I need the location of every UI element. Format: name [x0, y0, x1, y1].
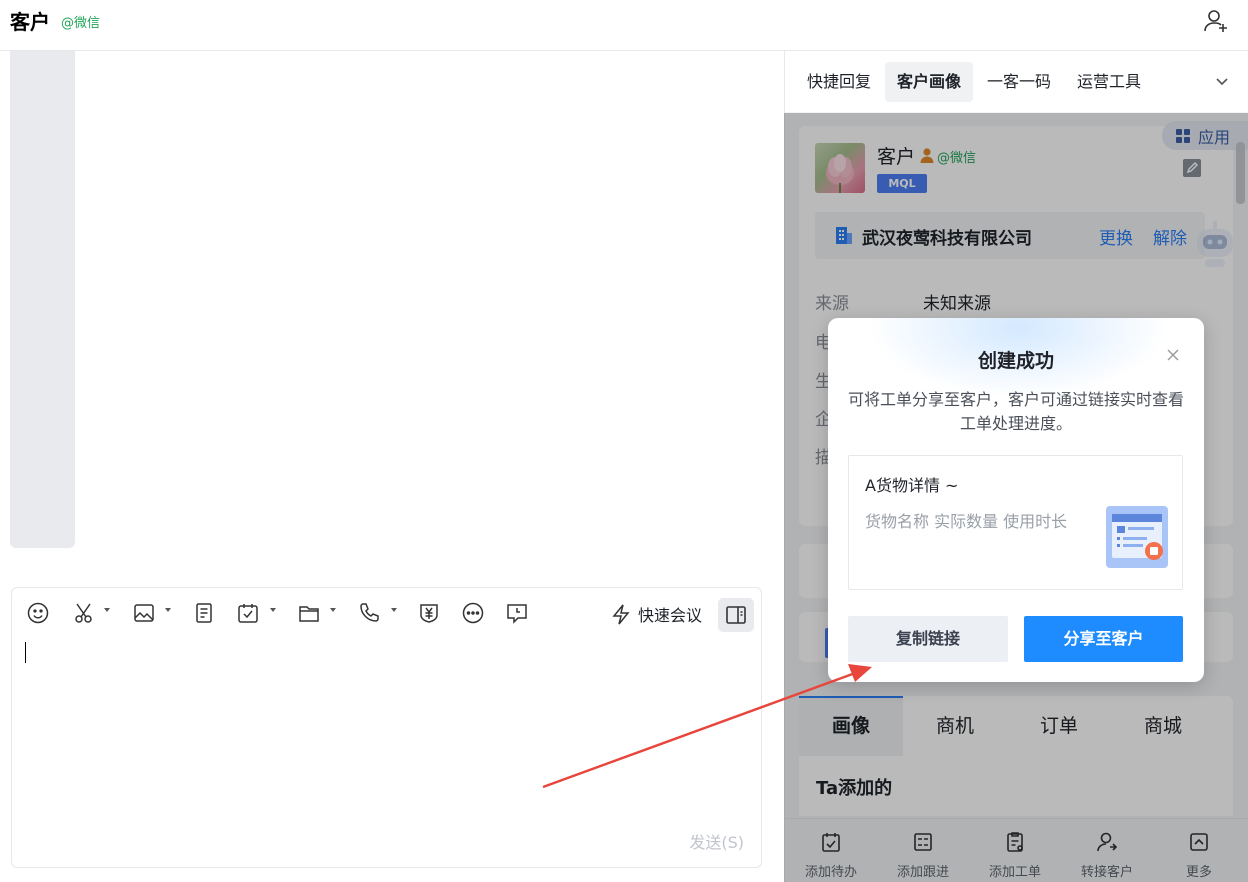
ticket-title: A货物详情 ~	[865, 476, 959, 495]
chevron-down-icon[interactable]	[1214, 73, 1230, 89]
ticket-share-card: A货物详情 ~ 货物名称 实际数量 使用时长	[848, 455, 1183, 590]
close-icon[interactable]	[1165, 347, 1181, 363]
side-panel-toggle-button[interactable]	[718, 598, 754, 632]
tab-quick-reply[interactable]: 快捷回复	[795, 62, 883, 102]
folder-icon[interactable]	[298, 602, 320, 624]
share-to-customer-button[interactable]: 分享至客户	[1024, 616, 1183, 662]
chat-area: 快速会议 发送(S)	[0, 51, 784, 882]
dialog-title: 创建成功	[977, 350, 1054, 372]
schedule-message-icon[interactable]	[506, 602, 528, 624]
tab-customer-code[interactable]: 一客一码	[975, 62, 1063, 102]
chevron-down-icon[interactable]	[270, 608, 276, 612]
lightning-icon	[612, 604, 630, 625]
quick-meeting-button[interactable]: 快速会议	[610, 602, 702, 626]
document-icon[interactable]	[193, 602, 215, 624]
dialog-description: 可将工单分享至客户，客户可通过链接实时查看工单处理进度。	[847, 390, 1184, 433]
send-button[interactable]: 发送(S)	[689, 829, 744, 853]
chat-title: 客户	[10, 10, 50, 34]
copy-link-button[interactable]: 复制链接	[848, 616, 1008, 662]
create-success-dialog: 创建成功 可将工单分享至客户，客户可通过链接实时查看工单处理进度。 A货物详情 …	[828, 318, 1204, 682]
add-member-icon[interactable]	[1203, 8, 1229, 34]
quick-meeting-label: 快速会议	[638, 606, 703, 625]
tab-operation-tools[interactable]: 运营工具	[1065, 62, 1153, 102]
message-editor[interactable]: 快速会议 发送(S)	[11, 587, 762, 868]
tab-customer-profile[interactable]: 客户画像	[885, 62, 974, 102]
side-panel-tabs: 快捷回复 客户画像 一客一码 运营工具	[785, 51, 1248, 112]
task-checkbox-icon[interactable]	[237, 602, 259, 624]
phone-icon[interactable]	[358, 602, 380, 624]
chat-header: 客户 @微信	[0, 0, 1248, 51]
chevron-down-icon[interactable]	[391, 608, 397, 612]
chevron-down-icon[interactable]	[104, 608, 110, 612]
more-circle-icon[interactable]	[462, 602, 484, 624]
chevron-down-icon[interactable]	[330, 608, 336, 612]
ticket-illustration-icon	[1106, 506, 1168, 568]
chevron-down-icon[interactable]	[165, 608, 171, 612]
message-list-placeholder	[10, 51, 75, 548]
panel-toggle-icon	[726, 606, 746, 624]
image-icon[interactable]	[133, 602, 155, 624]
screenshot-scissors-icon[interactable]	[73, 602, 95, 624]
ticket-fields: 货物名称 实际数量 使用时长	[865, 512, 1068, 531]
editor-toolbar: 快速会议	[12, 588, 761, 640]
chat-channel-label: @微信	[61, 16, 101, 31]
payment-yuan-icon[interactable]	[418, 602, 440, 624]
emoji-icon[interactable]	[27, 602, 49, 624]
text-cursor	[25, 642, 26, 663]
